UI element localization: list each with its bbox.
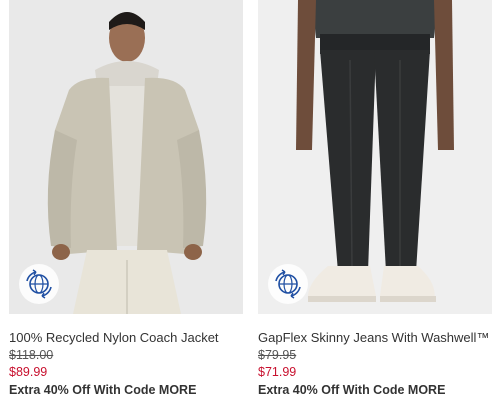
sale-price: $71.99: [258, 365, 297, 379]
product-title[interactable]: 100% Recycled Nylon Coach Jacket: [9, 330, 219, 346]
sustainability-badge: [19, 264, 59, 304]
promo-text: Extra 40% Off With Code MORE: [9, 383, 197, 397]
sustainability-badge: [268, 264, 308, 304]
product-title[interactable]: GapFlex Skinny Jeans With Washwell™: [258, 330, 489, 346]
promo-text: Extra 40% Off With Code MORE: [258, 383, 446, 397]
original-price: $79.95: [258, 348, 297, 362]
product-grid: 100% Recycled Nylon Coach Jacket $118.00…: [0, 0, 500, 412]
original-price: $118.00: [9, 348, 54, 362]
globe-recycle-icon: [26, 269, 52, 299]
sale-price: $89.99: [9, 365, 48, 379]
globe-recycle-icon: [275, 269, 301, 299]
product-image[interactable]: [9, 0, 243, 314]
product-image[interactable]: [258, 0, 492, 314]
product-card-coach-jacket[interactable]: 100% Recycled Nylon Coach Jacket $118.00…: [9, 0, 243, 397]
product-card-skinny-jeans[interactable]: GapFlex Skinny Jeans With Washwell™ $79.…: [258, 0, 492, 397]
